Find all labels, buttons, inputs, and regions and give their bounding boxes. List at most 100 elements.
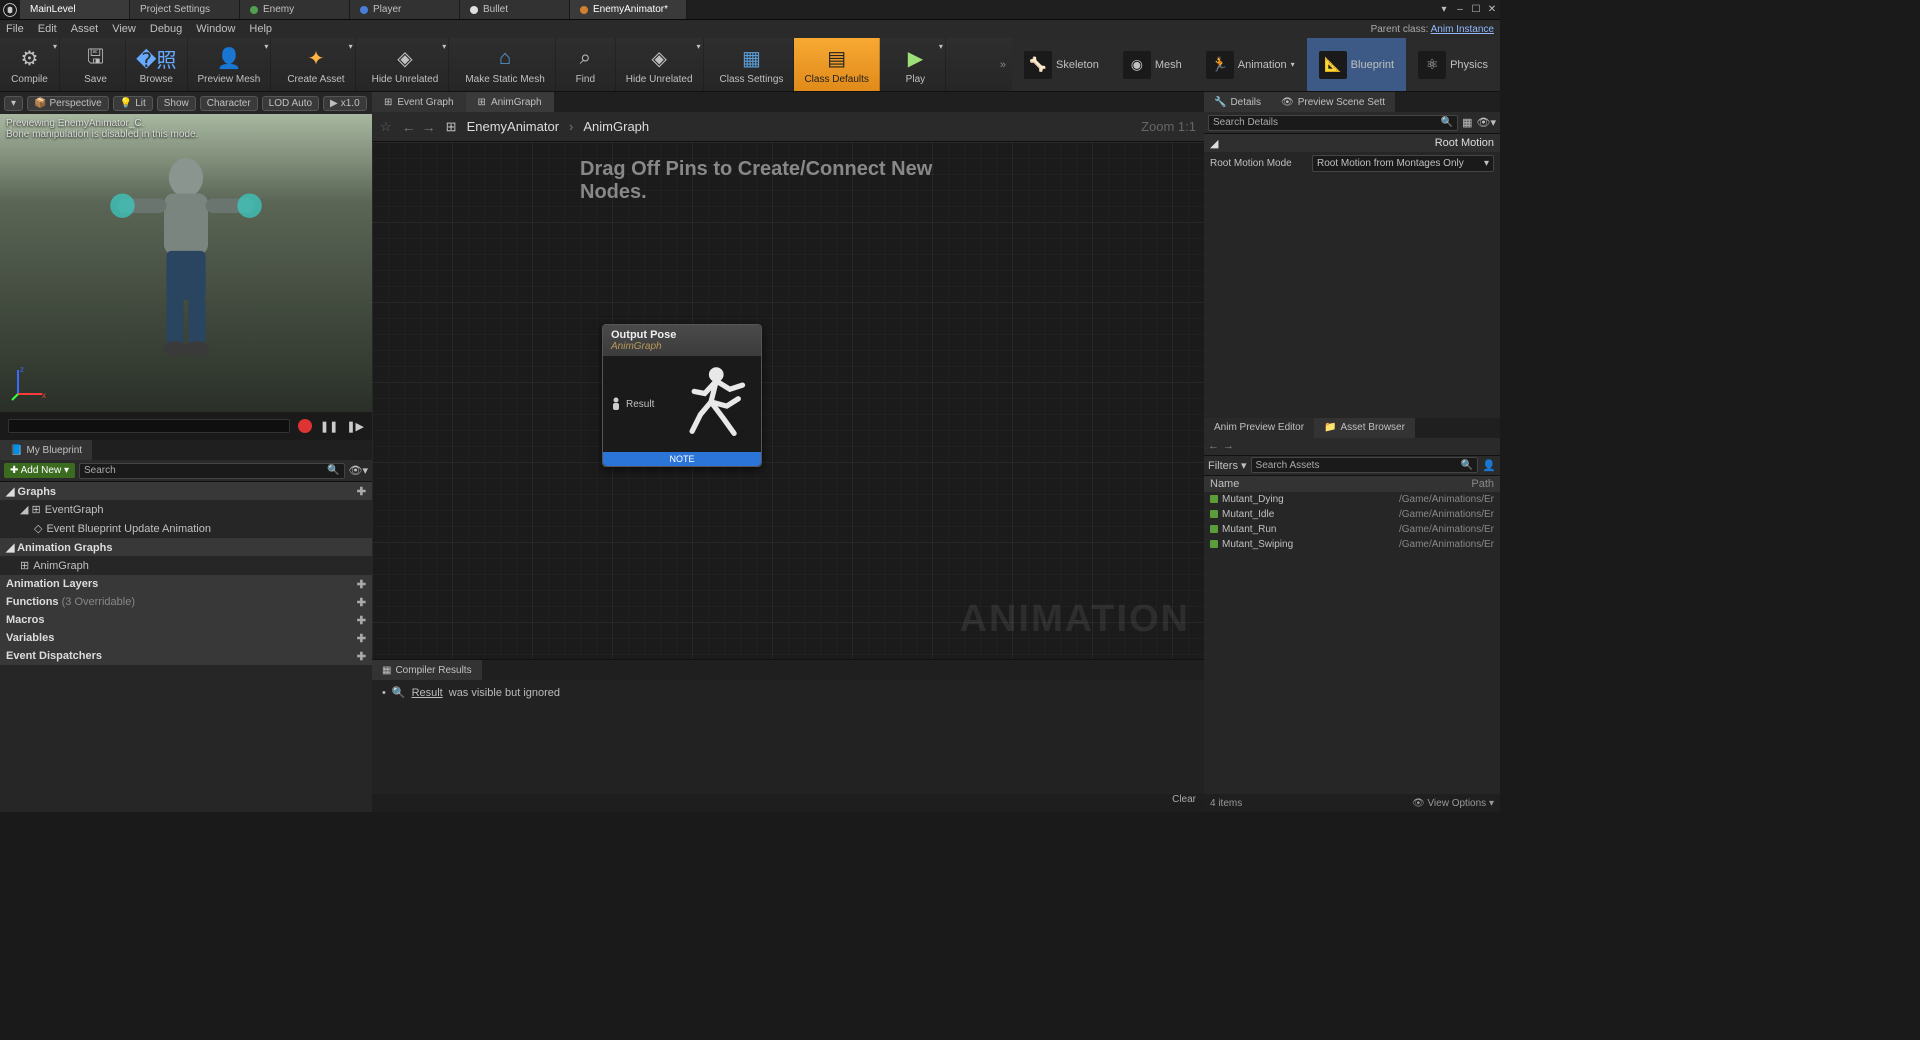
result-pin[interactable]: Result — [603, 397, 662, 411]
item-event-update-anim[interactable]: ◇ Event Blueprint Update Animation — [0, 519, 372, 538]
section-variables[interactable]: Variables✚ — [0, 629, 372, 647]
add-variable-icon[interactable]: ✚ — [357, 632, 366, 645]
tab-project-settings[interactable]: Project Settings — [130, 0, 240, 19]
nav-fwd[interactable]: → — [422, 119, 436, 135]
nav-back[interactable]: ← — [402, 119, 416, 135]
vp-speed[interactable]: ▶ x1.0 — [323, 96, 367, 111]
tab-enemy[interactable]: Enemy — [240, 0, 350, 19]
add-new-button[interactable]: ✚ Add New ▾ — [4, 463, 75, 478]
root-motion-mode-select[interactable]: Root Motion from Montages Only▾ — [1312, 155, 1494, 172]
section-anim-layers[interactable]: Animation Layers✚ — [0, 575, 372, 593]
vp-character[interactable]: Character — [200, 96, 258, 111]
root-motion-section[interactable]: ◢ Root Motion — [1204, 134, 1500, 152]
nav-back[interactable]: ← — [1208, 440, 1219, 452]
mode-blueprint[interactable]: 📐Blueprint — [1307, 38, 1406, 91]
blueprint-icon: 📐 — [1319, 51, 1347, 79]
nav-fwd[interactable]: → — [1223, 440, 1234, 452]
section-graphs[interactable]: ◢ Graphs✚ — [0, 482, 372, 500]
tab-animgraph[interactable]: ⊞ AnimGraph — [466, 92, 554, 112]
item-animgraph[interactable]: ⊞ AnimGraph — [0, 556, 372, 575]
tab-details[interactable]: 🔧 Details — [1204, 92, 1271, 112]
section-anim-graphs[interactable]: ◢ Animation Graphs — [0, 538, 372, 556]
tab-enemyanimator[interactable]: EnemyAnimator* — [570, 0, 687, 19]
add-function-icon[interactable]: ✚ — [357, 596, 366, 609]
section-functions[interactable]: Functions (3 Overridable)✚ — [0, 593, 372, 611]
output-pose-node[interactable]: Output Pose AnimGraph Result NOTE — [602, 324, 762, 467]
asset-row[interactable]: Mutant_Swiping/Game/Animations/Er — [1204, 537, 1500, 552]
add-dispatcher-icon[interactable]: ✚ — [357, 650, 366, 663]
pause-button[interactable]: ❚❚ — [320, 420, 338, 433]
browse-button[interactable]: �照Browse — [126, 38, 188, 91]
bc-leaf[interactable]: AnimGraph — [583, 119, 649, 134]
favorite-icon[interactable]: ☆ — [380, 119, 392, 135]
save-button[interactable]: 🖫Save — [66, 38, 126, 91]
bc-root[interactable]: EnemyAnimator — [467, 119, 559, 134]
tab-event-graph[interactable]: ⊞ Event Graph — [372, 92, 466, 112]
hide-unrelated-button-2[interactable]: ▾◈Hide Unrelated — [616, 38, 704, 91]
mode-mesh[interactable]: ◉Mesh — [1111, 38, 1194, 91]
my-blueprint-tab[interactable]: 📘 My Blueprint — [0, 440, 92, 460]
make-static-mesh-button[interactable]: ⌂Make Static Mesh — [455, 38, 555, 91]
tab-bullet[interactable]: Bullet — [460, 0, 570, 19]
class-settings-button[interactable]: ▦Class Settings — [710, 38, 795, 91]
person-icon[interactable]: 👤 — [1482, 459, 1496, 472]
asset-row[interactable]: Mutant_Dying/Game/Animations/Er — [1204, 492, 1500, 507]
eye-icon[interactable]: 👁▾ — [1477, 116, 1497, 129]
menu-debug[interactable]: Debug — [150, 23, 182, 35]
eye-icon[interactable]: 👁▾ — [349, 464, 369, 477]
asset-search[interactable]: Search Assets🔍 — [1251, 457, 1479, 473]
minimize-icon[interactable]: – — [1452, 0, 1468, 19]
view-options[interactable]: 👁 View Options ▾ — [1412, 798, 1494, 809]
asset-row[interactable]: Mutant_Idle/Game/Animations/Er — [1204, 507, 1500, 522]
section-macros[interactable]: Macros✚ — [0, 611, 372, 629]
asset-row[interactable]: Mutant_Run/Game/Animations/Er — [1204, 522, 1500, 537]
menu-asset[interactable]: Asset — [71, 23, 99, 35]
create-asset-button[interactable]: ▾✦Create Asset — [277, 38, 355, 91]
tab-anim-preview-editor[interactable]: Anim Preview Editor — [1204, 418, 1314, 438]
close-icon[interactable]: ✕ — [1484, 0, 1500, 19]
graph-canvas[interactable]: Drag Off Pins to Create/Connect New Node… — [372, 142, 1204, 659]
add-graph-icon[interactable]: ✚ — [357, 485, 366, 498]
vp-perspective[interactable]: 📦 Perspective — [27, 96, 109, 111]
mode-physics[interactable]: ⚛Physics — [1406, 38, 1500, 91]
tab-asset-browser[interactable]: 📁 Asset Browser — [1314, 418, 1415, 438]
details-search[interactable]: Search Details🔍 — [1208, 115, 1458, 131]
section-dispatchers[interactable]: Event Dispatchers✚ — [0, 647, 372, 665]
vp-menu[interactable]: ▾ — [4, 96, 23, 111]
item-eventgraph[interactable]: ◢ ⊞ EventGraph — [0, 500, 372, 519]
record-button[interactable] — [298, 419, 312, 433]
tab-preview-scene[interactable]: 👁 Preview Scene Sett — [1271, 92, 1395, 112]
tab-player[interactable]: Player — [350, 0, 460, 19]
step-button[interactable]: ❚▶ — [346, 420, 364, 433]
chevron-down-icon[interactable]: ▾ — [1436, 0, 1452, 19]
timeline-track[interactable] — [8, 419, 290, 433]
maximize-icon[interactable]: ☐ — [1468, 0, 1484, 19]
grid-icon[interactable]: ▦ — [1462, 116, 1472, 129]
play-button[interactable]: ▾▶Play — [886, 38, 946, 91]
vp-lod[interactable]: LOD Auto — [262, 96, 319, 111]
viewport[interactable]: Previewing EnemyAnimator_C. Bone manipul… — [0, 114, 372, 412]
add-macro-icon[interactable]: ✚ — [357, 614, 366, 627]
blueprint-search[interactable]: Search🔍 — [79, 463, 345, 479]
find-button[interactable]: ⌕Find — [556, 38, 616, 91]
compiler-results-tab[interactable]: ▦ Compiler Results — [372, 660, 482, 680]
class-defaults-button[interactable]: ▤Class Defaults — [794, 38, 879, 91]
mode-animation[interactable]: 🏃Animation▾ — [1194, 38, 1307, 91]
compile-button[interactable]: ▾⚙Compile — [0, 38, 60, 91]
vp-lit[interactable]: 💡 Lit — [113, 96, 153, 111]
menu-view[interactable]: View — [112, 23, 136, 35]
mode-skeleton[interactable]: 🦴Skeleton — [1012, 38, 1111, 91]
menu-window[interactable]: Window — [196, 23, 235, 35]
menu-help[interactable]: Help — [249, 23, 272, 35]
menu-file[interactable]: File — [6, 23, 24, 35]
parent-class-link[interactable]: Anim Instance — [1431, 24, 1494, 35]
preview-mesh-button[interactable]: ▾👤Preview Mesh — [188, 38, 272, 91]
add-layer-icon[interactable]: ✚ — [357, 578, 366, 591]
hide-unrelated-button[interactable]: ▾◈Hide Unrelated — [362, 38, 450, 91]
tab-mainlevel[interactable]: MainLevel — [20, 0, 130, 19]
menu-edit[interactable]: Edit — [38, 23, 57, 35]
asset-header[interactable]: NamePath — [1204, 476, 1500, 492]
filters-button[interactable]: Filters ▾ — [1208, 459, 1247, 472]
vp-show[interactable]: Show — [157, 96, 196, 111]
clear-button[interactable]: Clear — [1172, 794, 1196, 812]
